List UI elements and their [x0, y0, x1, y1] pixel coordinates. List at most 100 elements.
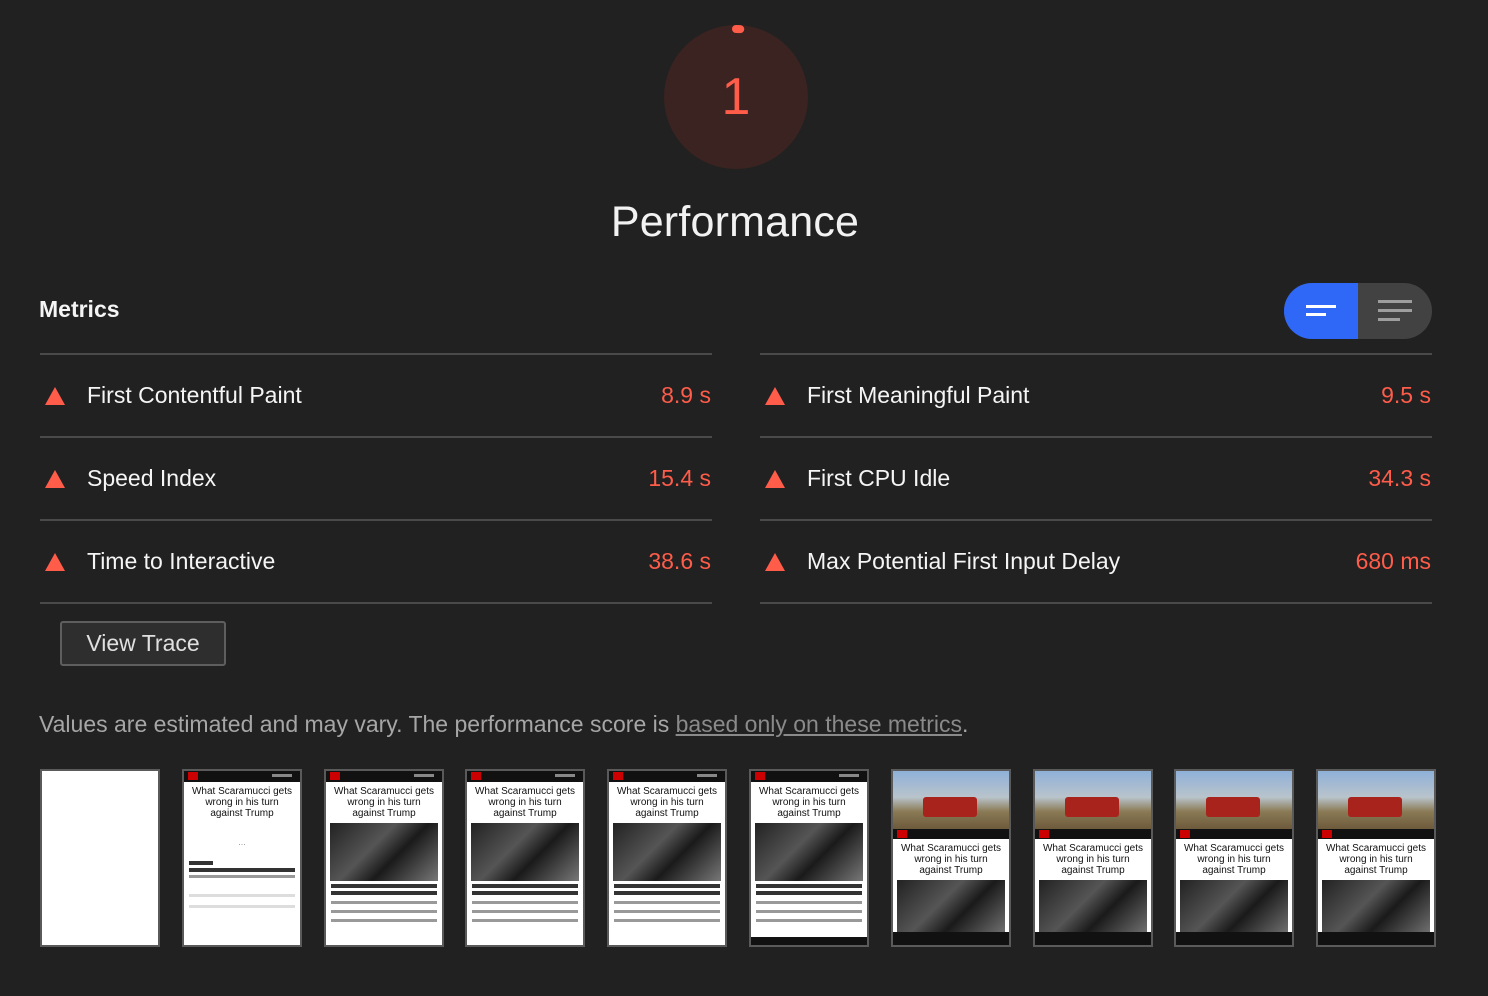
site-logo: [613, 772, 623, 780]
metric-time-to-interactive: Time to Interactive 38.6 s: [40, 519, 712, 604]
metric-max-potential-fid: Max Potential First Input Delay 680 ms: [760, 519, 1432, 604]
scoring-metrics-link[interactable]: based only on these metrics: [676, 711, 962, 737]
metrics-view-toggle[interactable]: [1284, 283, 1432, 339]
site-header: [467, 771, 583, 782]
text-line: [331, 919, 437, 922]
text-line: [756, 884, 862, 888]
metric-label: First CPU Idle: [807, 465, 951, 491]
text-line: [331, 891, 437, 895]
text-line: [472, 901, 578, 904]
text-line: [189, 894, 295, 897]
ad-image: [1176, 771, 1292, 829]
filmstrip-frame: What Scaramucci gets wrong in his turn a…: [1033, 769, 1153, 947]
screenshot-filmstrip: What Scaramucci gets wrong in his turn a…: [40, 769, 1436, 947]
text-line: [331, 901, 437, 904]
site-header: [184, 771, 300, 782]
score-value: 1: [721, 68, 751, 126]
text-line: [189, 905, 295, 908]
fail-triangle-icon: [45, 387, 65, 405]
site-logo: [188, 772, 198, 780]
article-photo: [1039, 880, 1147, 938]
metric-value: 680 ms: [1355, 548, 1431, 574]
view-trace-button[interactable]: View Trace: [60, 621, 226, 666]
article-photo: [330, 823, 438, 881]
site-logo: [1322, 830, 1332, 838]
truck-shape: [1348, 797, 1402, 817]
disclaimer-text: Values are estimated and may vary. The p…: [39, 711, 676, 737]
metric-speed-index: Speed Index 15.4 s: [40, 436, 712, 519]
ad-image: [1035, 771, 1151, 829]
metric-label: Speed Index: [87, 465, 217, 491]
site-logo: [897, 830, 907, 838]
category-title: Performance: [610, 198, 860, 246]
disclaimer-period: .: [962, 711, 969, 737]
frame-headline: What Scaramucci gets wrong in his turn a…: [1325, 843, 1427, 876]
metric-label: First Meaningful Paint: [807, 382, 1030, 408]
metrics-heading: Metrics: [39, 296, 120, 322]
filmstrip-frame: What Scaramucci gets wrong in his turn a…: [1316, 769, 1436, 947]
text-line: [331, 910, 437, 913]
frame-headline: What Scaramucci gets wrong in his turn a…: [333, 786, 435, 819]
text-line: [331, 884, 437, 888]
sticky-footer-bar: [751, 937, 867, 945]
metric-first-cpu-idle: First CPU Idle 34.3 s: [760, 436, 1432, 519]
metric-value: 15.4 s: [648, 465, 711, 491]
text-line: [472, 884, 578, 888]
article-photo: [1322, 880, 1430, 938]
header-menu: [839, 774, 859, 777]
site-header: [609, 771, 725, 782]
metric-first-contentful-paint: First Contentful Paint 8.9 s: [40, 353, 712, 436]
article-photo: [897, 880, 1005, 938]
fail-triangle-icon: [765, 553, 785, 571]
article-photo: [1180, 880, 1288, 938]
loading-dots: ...: [238, 837, 246, 847]
detailed-view-icon: [1378, 300, 1412, 321]
truck-shape: [1065, 797, 1119, 817]
site-logo: [1039, 830, 1049, 838]
fail-triangle-icon: [765, 470, 785, 488]
detailed-view-button[interactable]: [1358, 283, 1432, 339]
metric-first-meaningful-paint: First Meaningful Paint 9.5 s: [760, 353, 1432, 436]
text-line: [472, 891, 578, 895]
filmstrip-frame: What Scaramucci gets wrong in his turn a…: [1174, 769, 1294, 947]
summary-view-button[interactable]: [1284, 283, 1358, 339]
site-logo: [330, 772, 340, 780]
text-line: [756, 919, 862, 922]
text-line: [189, 868, 295, 872]
sticky-footer-bar: [1176, 932, 1292, 945]
frame-headline: What Scaramucci gets wrong in his turn a…: [900, 843, 1002, 876]
frame-headline: What Scaramucci gets wrong in his turn a…: [758, 786, 860, 819]
site-header: [326, 771, 442, 782]
fail-triangle-icon: [45, 470, 65, 488]
metrics-column-left: First Contentful Paint 8.9 s Speed Index…: [40, 353, 712, 604]
text-line: [472, 910, 578, 913]
metric-label: First Contentful Paint: [87, 382, 302, 408]
frame-headline: What Scaramucci gets wrong in his turn a…: [1183, 843, 1285, 876]
site-header: [1035, 829, 1151, 839]
text-line: [189, 875, 295, 878]
text-line: [614, 901, 720, 904]
header-menu: [555, 774, 575, 777]
text-line: [614, 919, 720, 922]
metric-label: Max Potential First Input Delay: [807, 548, 1121, 574]
site-header: [751, 771, 867, 782]
filmstrip-frame: What Scaramucci gets wrong in his turn a…: [607, 769, 727, 947]
metric-value: 38.6 s: [648, 548, 711, 574]
text-line: [756, 891, 862, 895]
article-photo: [613, 823, 721, 881]
filmstrip-frame: What Scaramucci gets wrong in his turn a…: [465, 769, 585, 947]
ad-image: [1318, 771, 1434, 829]
metric-value: 34.3 s: [1368, 465, 1431, 491]
filmstrip-frame: What Scaramucci gets wrong in his turn a…: [324, 769, 444, 947]
performance-score-gauge: 1: [664, 25, 808, 169]
site-logo: [471, 772, 481, 780]
truck-shape: [1206, 797, 1260, 817]
text-line: [756, 910, 862, 913]
summary-view-icon: [1306, 305, 1336, 316]
article-photo: [755, 823, 863, 881]
text-line: [614, 910, 720, 913]
metric-label: Time to Interactive: [87, 548, 276, 574]
metric-value: 8.9 s: [661, 382, 711, 408]
site-header: [1176, 829, 1292, 839]
truck-shape: [923, 797, 977, 817]
